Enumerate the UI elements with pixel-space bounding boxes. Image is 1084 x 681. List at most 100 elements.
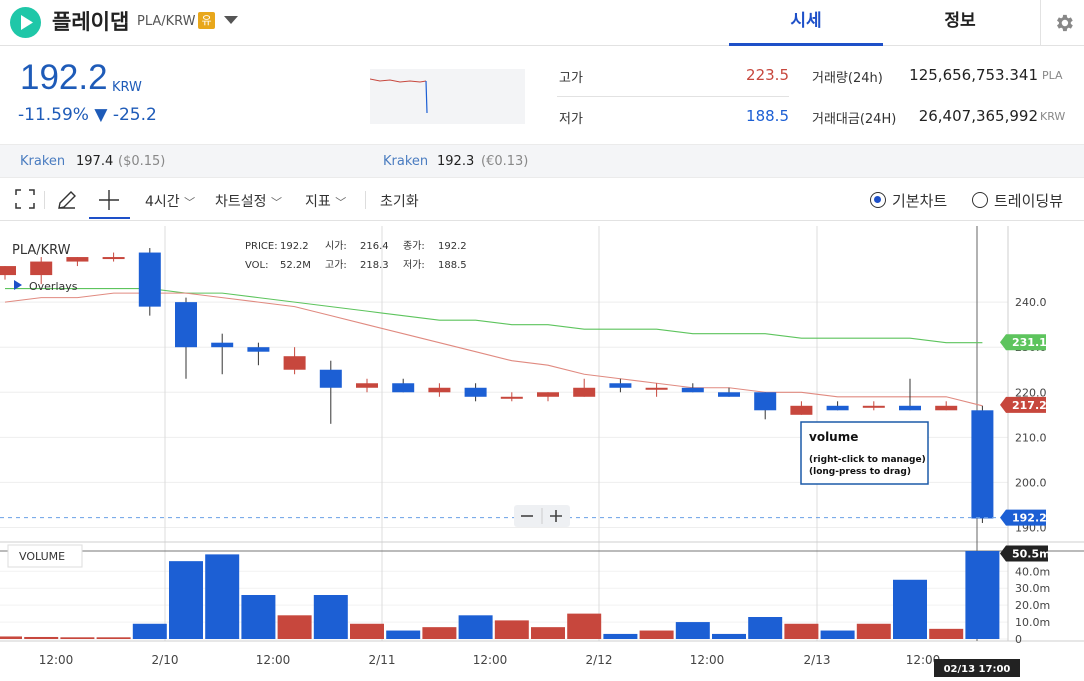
- exchange-fiat: ($0.15): [118, 154, 166, 169]
- tooltip-line2: (long-press to drag): [809, 467, 911, 477]
- coin-pair: PLA/KRW: [137, 14, 196, 29]
- exchange-price: 197.4: [76, 154, 114, 169]
- playdapp-logo-icon: [10, 7, 41, 38]
- legend-close-label: 종가:: [403, 240, 425, 252]
- tooltip-title: volume: [809, 430, 858, 444]
- volume-bar: [60, 637, 95, 639]
- candle-body: [428, 387, 451, 393]
- ohlc-legend: PRICE: 192.2 시가: 216.4 종가: 192.2 VOL: 52…: [245, 240, 467, 271]
- tradingview-label[interactable]: 트레이딩뷰: [994, 190, 1063, 211]
- candle-body: [175, 302, 197, 348]
- volume-bar: [205, 554, 240, 639]
- candle-body: [319, 369, 342, 388]
- reset-button[interactable]: 초기화: [380, 191, 419, 211]
- chart-settings-label: 차트설정: [215, 194, 267, 210]
- price-marker-label: 217.2: [1012, 399, 1047, 412]
- price-marker-label: 192.2: [1012, 512, 1047, 525]
- volume-bar: [0, 636, 22, 639]
- price-tick-label: 210.0: [1015, 431, 1047, 444]
- volume-bar: [169, 561, 203, 639]
- volume-bar: [603, 633, 638, 639]
- candle-body: [645, 387, 668, 390]
- gear-icon: [1057, 14, 1073, 32]
- crosshair-tool-button[interactable]: [89, 187, 130, 219]
- candle-body: [681, 387, 704, 393]
- indicator-dropdown[interactable]: 지표 ﹀: [305, 191, 346, 211]
- interval-label: 4시간: [145, 194, 180, 210]
- candle-body: [862, 405, 885, 408]
- candle-body: [790, 405, 813, 415]
- zoom-controls: [514, 505, 570, 527]
- legend-low: 188.5: [438, 260, 467, 271]
- indicator-label: 지표: [305, 194, 331, 210]
- volume-panel-label: VOLUME: [19, 550, 65, 563]
- tradingview-radio[interactable]: [972, 192, 988, 208]
- legend-high-label: 고가:: [325, 259, 347, 271]
- exchange-fiat: (€0.13): [481, 154, 529, 169]
- time-tick-label: 2/12: [586, 653, 613, 667]
- volume-bar: [313, 595, 348, 639]
- volume-bar: [96, 637, 131, 639]
- volume-tick-label: 30.0m: [1015, 582, 1050, 595]
- stats-divider: [557, 96, 789, 97]
- tab-info[interactable]: 정보: [883, 0, 1037, 46]
- volume-bar: [675, 622, 710, 639]
- high-value: 223.5: [746, 66, 789, 84]
- pencil-icon[interactable]: [56, 189, 78, 215]
- overlays-toggle[interactable]: Overlays: [29, 280, 78, 293]
- chart-toolbar: 4시간 ﹀ 차트설정 ﹀ 지표 ﹀ 초기화 기본차트 트레이딩뷰: [0, 179, 1084, 221]
- low-label: 저가: [559, 112, 583, 127]
- basic-chart-radio[interactable]: [870, 192, 886, 208]
- exchange-prices-row: Kraken 197.4 ($0.15) Kraken 192.3 (€0.13…: [0, 144, 1084, 178]
- chevron-down-icon: ﹀: [184, 196, 196, 209]
- crosshair-time: 02/13 17:00: [944, 664, 1011, 675]
- fullscreen-icon[interactable]: [15, 189, 35, 213]
- volume-bar: [277, 615, 312, 639]
- time-tick-label: 12:00: [690, 653, 725, 667]
- candle-body: [537, 392, 559, 397]
- volume-tick-label: 10.0m: [1015, 616, 1050, 629]
- volume-tooltip: volume (right-click to manage) (long-pre…: [800, 421, 929, 485]
- candle-body: [754, 392, 777, 411]
- price-marker-label: 231.1: [1012, 336, 1047, 349]
- legend-price: 192.2: [280, 241, 309, 252]
- candle-body: [247, 347, 270, 352]
- price-chart[interactable]: 190.0200.0210.0220.0230.0240.0010.0m20.0…: [0, 221, 1084, 681]
- basic-chart-label[interactable]: 기본차트: [892, 190, 947, 211]
- price-tick-label: 200.0: [1015, 476, 1047, 489]
- exchange-name[interactable]: Kraken: [383, 154, 428, 169]
- volume-bar: [567, 613, 602, 639]
- chevron-down-icon[interactable]: [224, 16, 238, 24]
- volume-bar: [350, 623, 384, 639]
- time-tick-label: 12:00: [256, 653, 291, 667]
- legend-vol: 52.2M: [280, 260, 311, 271]
- price-unit: KRW: [112, 80, 142, 95]
- candle-body: [464, 387, 487, 397]
- chevron-down-icon: ﹀: [335, 196, 347, 209]
- candle-body: [30, 261, 53, 276]
- app-header: 플레이댑 PLA/KRW 유 시세 정보: [0, 0, 1084, 46]
- current-price: 192.2: [20, 58, 108, 97]
- candle-body: [573, 387, 596, 397]
- toolbar-separator: [44, 191, 45, 209]
- candle-body: [356, 383, 378, 388]
- candle-body: [138, 252, 161, 307]
- candle-body: [935, 405, 958, 411]
- interval-dropdown[interactable]: 4시간 ﹀: [145, 191, 195, 211]
- volume-bar: [458, 615, 493, 639]
- coin-name: 플레이댑: [52, 10, 130, 34]
- volume-bar: [241, 595, 276, 639]
- exchange-name[interactable]: Kraken: [20, 154, 65, 169]
- settings-button[interactable]: [1040, 0, 1084, 46]
- tab-sise[interactable]: 시세: [729, 0, 883, 46]
- volume-bar: [893, 579, 927, 639]
- candle-body: [500, 396, 523, 399]
- candle-body: [392, 383, 415, 393]
- volume-bar: [784, 623, 819, 639]
- chart-settings-dropdown[interactable]: 차트설정 ﹀: [215, 191, 282, 211]
- volume-24h-unit: PLA: [1042, 69, 1063, 82]
- warning-badge: 유: [198, 12, 215, 29]
- price-change: -11.59% ▼ -25.2: [18, 105, 157, 125]
- legend-close: 192.2: [438, 241, 467, 252]
- low-value: 188.5: [746, 107, 789, 125]
